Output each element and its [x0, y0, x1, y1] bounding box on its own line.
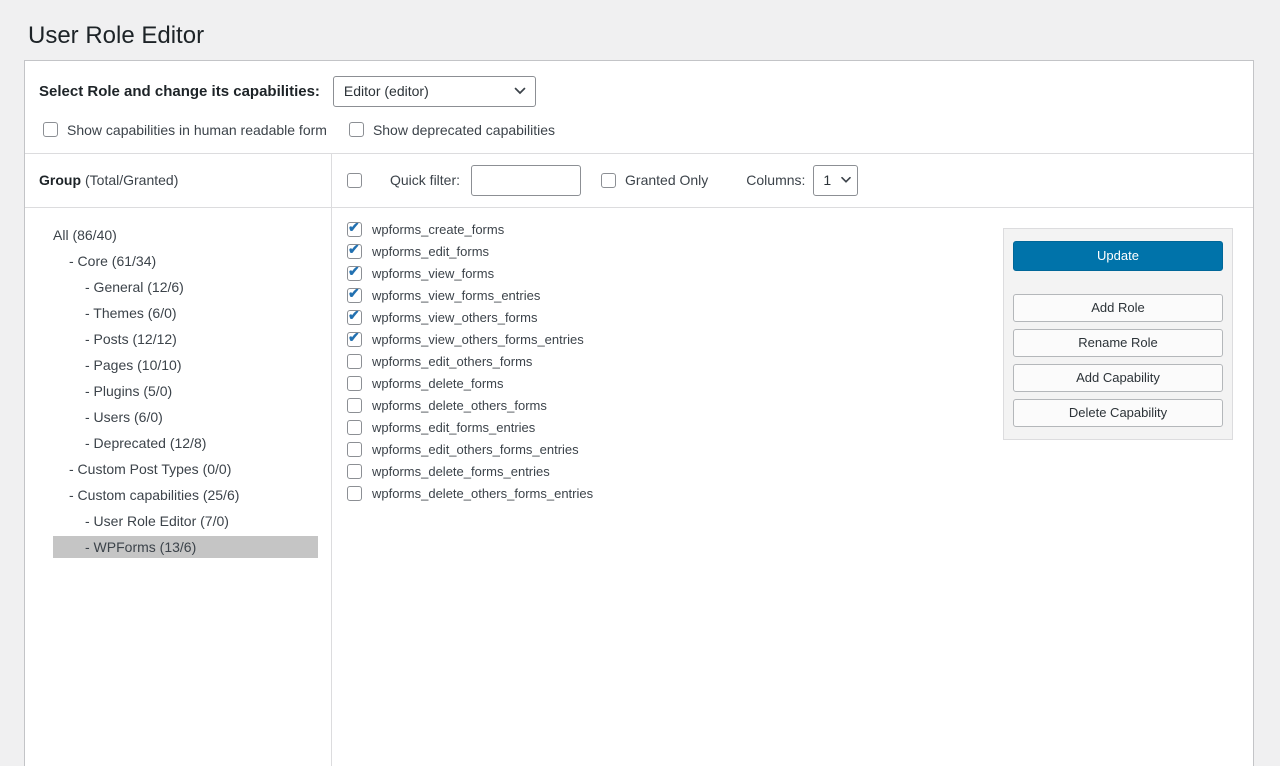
select-all-checkbox[interactable] [347, 173, 362, 188]
capability-checkbox[interactable] [347, 222, 362, 237]
group-tree-item[interactable]: - User Role Editor (7/0) [53, 510, 318, 532]
page-title: User Role Editor [28, 22, 1252, 51]
capability-checkbox[interactable] [347, 310, 362, 325]
capability-row[interactable]: wpforms_create_forms [347, 221, 991, 239]
capability-label: wpforms_delete_forms_entries [372, 464, 550, 479]
page-header: User Role Editor [0, 0, 1280, 60]
group-header-rest: (Total/Granted) [85, 172, 178, 188]
group-tree-item[interactable]: - Pages (10/10) [53, 354, 318, 376]
capability-checkbox[interactable] [347, 332, 362, 347]
capability-row[interactable]: wpforms_view_others_forms [347, 309, 991, 327]
actions-panel: Update Add Role Rename Role Add Capabili… [1003, 228, 1233, 440]
capability-label: wpforms_create_forms [372, 222, 504, 237]
columns-label: Columns: [746, 172, 805, 188]
group-column: Group (Total/Granted) All (86/40) - Core … [25, 154, 332, 766]
delete-capability-button[interactable]: Delete Capability [1013, 399, 1223, 427]
capability-label: wpforms_view_others_forms [372, 310, 537, 325]
capability-label: wpforms_edit_others_forms [372, 354, 532, 369]
human-readable-option[interactable]: Show capabilities in human readable form [43, 122, 327, 138]
group-tree-item[interactable]: - Core (61/34) [53, 250, 318, 272]
capability-row[interactable]: wpforms_delete_forms [347, 375, 991, 393]
columns-area: Group (Total/Granted) All (86/40) - Core … [25, 154, 1253, 766]
capability-list: wpforms_create_forms wpforms_edit_formswp… [332, 208, 991, 766]
role-select[interactable]: Editor (editor) [333, 76, 536, 107]
capability-label: wpforms_edit_others_forms_entries [372, 442, 579, 457]
granted-only-checkbox[interactable] [601, 173, 616, 188]
add-role-button[interactable]: Add Role [1013, 294, 1223, 322]
capability-label: wpforms_delete_others_forms [372, 398, 547, 413]
group-tree-item[interactable]: - Plugins (5/0) [53, 380, 318, 402]
capability-row[interactable]: wpforms_delete_others_forms [347, 397, 991, 415]
capability-checkbox[interactable] [347, 244, 362, 259]
capability-label: wpforms_delete_forms [372, 376, 504, 391]
top-section: Select Role and change its capabilities:… [25, 61, 1253, 154]
filter-bar: Quick filter: Granted Only Columns: 1 [332, 154, 1253, 208]
granted-only-option[interactable]: Granted Only [601, 172, 708, 188]
capability-checkbox[interactable] [347, 398, 362, 413]
deprecated-option[interactable]: Show deprecated capabilities [349, 122, 555, 138]
capability-checkbox[interactable] [347, 464, 362, 479]
capability-checkbox[interactable] [347, 288, 362, 303]
capability-label: wpforms_view_others_forms_entries [372, 332, 584, 347]
quick-filter-input[interactable] [471, 165, 581, 196]
group-tree-item[interactable]: - Themes (6/0) [53, 302, 318, 324]
capability-checkbox[interactable] [347, 486, 362, 501]
capability-checkbox[interactable] [347, 376, 362, 391]
group-header-bold: Group [39, 172, 81, 188]
user-role-editor-panel: Select Role and change its capabilities:… [24, 60, 1254, 766]
role-selector-label: Select Role and change its capabilities: [39, 83, 320, 100]
content-row: wpforms_create_forms wpforms_edit_formswp… [332, 208, 1253, 766]
capability-row[interactable]: wpforms_edit_forms_entries [347, 419, 991, 437]
group-tree-item[interactable]: - Posts (12/12) [53, 328, 318, 350]
granted-only-label: Granted Only [625, 172, 708, 188]
update-button[interactable]: Update [1013, 241, 1223, 271]
capability-row[interactable]: wpforms_delete_others_forms_entries [347, 485, 991, 503]
human-readable-checkbox[interactable] [43, 122, 58, 137]
capability-row[interactable]: wpforms_delete_forms_entries [347, 463, 991, 481]
capability-row[interactable]: wpforms_edit_forms [347, 243, 991, 261]
human-readable-label: Show capabilities in human readable form [67, 122, 327, 138]
capability-row[interactable]: wpforms_edit_others_forms_entries [347, 441, 991, 459]
add-capability-button[interactable]: Add Capability [1013, 364, 1223, 392]
rename-role-button[interactable]: Rename Role [1013, 329, 1223, 357]
group-tree-item[interactable]: - General (12/6) [53, 276, 318, 298]
capability-row[interactable]: wpforms_view_forms_entries [347, 287, 991, 305]
group-tree-item[interactable]: - Users (6/0) [53, 406, 318, 428]
group-tree-item[interactable]: - Custom capabilities (25/6) [53, 484, 318, 506]
columns-select[interactable]: 1 [813, 165, 858, 196]
capability-row[interactable]: wpforms_edit_others_forms [347, 353, 991, 371]
group-tree-item[interactable]: - WPForms (13/6) [53, 536, 318, 558]
role-select-wrap: Editor (editor) [333, 76, 536, 107]
group-column-header: Group (Total/Granted) [25, 154, 331, 208]
capability-label: wpforms_delete_others_forms_entries [372, 486, 593, 501]
capability-label: wpforms_edit_forms [372, 244, 489, 259]
deprecated-label: Show deprecated capabilities [373, 122, 555, 138]
group-tree-item[interactable]: - Deprecated (12/8) [53, 432, 318, 454]
group-tree-item[interactable]: - Custom Post Types (0/0) [53, 458, 318, 480]
capability-checkbox[interactable] [347, 442, 362, 457]
capability-label: wpforms_view_forms_entries [372, 288, 540, 303]
capability-checkbox[interactable] [347, 354, 362, 369]
group-tree: All (86/40) - Core (61/34) - General (12/6… [25, 208, 331, 562]
capability-checkbox[interactable] [347, 266, 362, 281]
capability-row[interactable]: wpforms_view_others_forms_entries [347, 331, 991, 349]
capability-label: wpforms_edit_forms_entries [372, 420, 535, 435]
quick-filter-label: Quick filter: [390, 172, 460, 188]
capabilities-column: Quick filter: Granted Only Columns: 1 [332, 154, 1253, 766]
group-tree-item[interactable]: All (86/40) [53, 224, 318, 246]
columns-select-wrap: 1 [813, 165, 858, 196]
options-row: Show capabilities in human readable form… [39, 122, 1239, 138]
capability-row[interactable]: wpforms_view_forms [347, 265, 991, 283]
capability-label: wpforms_view_forms [372, 266, 494, 281]
deprecated-checkbox[interactable] [349, 122, 364, 137]
role-selector-row: Select Role and change its capabilities:… [39, 76, 1239, 107]
capability-checkbox[interactable] [347, 420, 362, 435]
